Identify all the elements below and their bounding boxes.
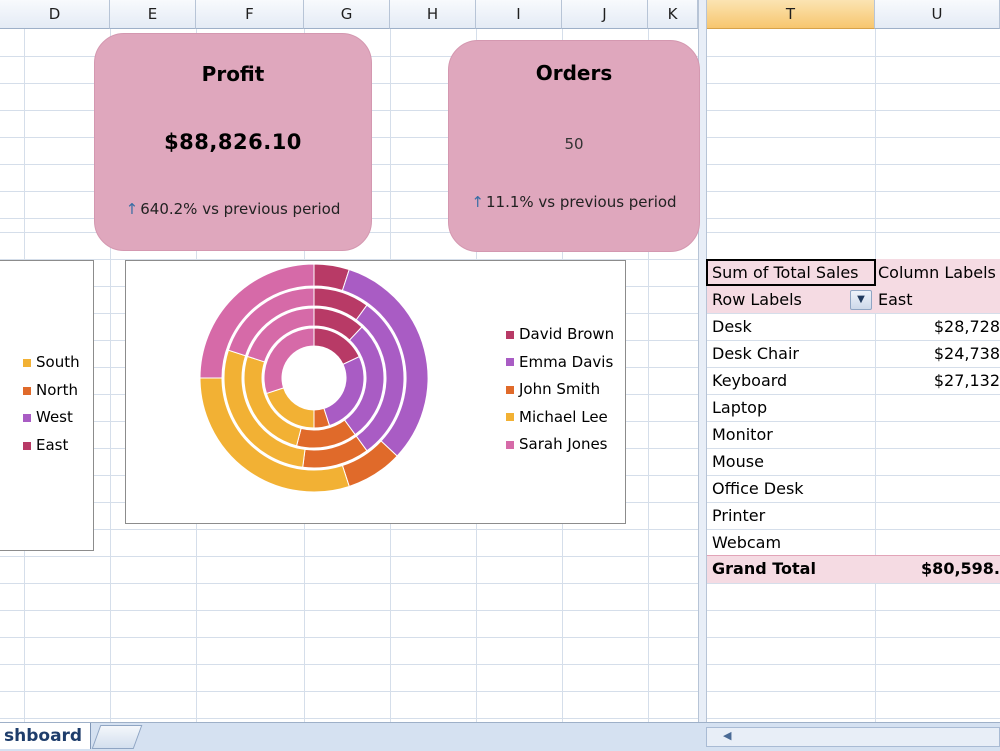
region-chart[interactable]: South North West East [0,260,94,551]
column-header-f[interactable]: F [196,0,304,29]
legend-label: East [36,436,69,454]
legend-label: Sarah Jones [519,435,608,453]
kpi-change-orders: ↑ 11.1% vs previous period [449,193,699,211]
kpi-change-text: 640.2% vs previous period [140,200,341,218]
legend-label: Michael Lee [519,407,608,426]
legend-item-emma-davis: Emma Davis [506,353,613,371]
pivot-row-label[interactable]: Webcam [712,529,862,556]
pivot-row-value[interactable]: $28,728 [878,313,1000,340]
legend-item-north: North [23,381,78,399]
arrow-up-icon: ↑ [125,200,139,218]
pivot-grand-total-value[interactable]: $80,598. [878,555,1000,582]
legend-label: Emma Davis [519,352,614,371]
column-header-e[interactable]: E [110,0,196,29]
legend-swatch [23,358,31,367]
kpi-change-text: 11.1% vs previous period [486,193,677,211]
sheet-tab-bar: shboard ◀ [0,722,1000,751]
legend-item-south: South [23,353,80,371]
pivot-row-label[interactable]: Office Desk [712,475,862,502]
legend-swatch [506,330,514,339]
legend-swatch [506,440,514,449]
sheet-tab-dashboard[interactable]: shboard [0,723,92,749]
row-labels-filter-dropdown[interactable]: ▼ [850,290,872,310]
column-header-h[interactable]: H [390,0,476,29]
legend-label: North [36,381,78,399]
kpi-title-profit: Profit [201,62,265,86]
column-header-k[interactable]: K [648,0,698,29]
column-header-i[interactable]: I [476,0,562,29]
kpi-value-profit: $88,826.10 [164,130,302,154]
arrow-up-icon: ↑ [471,193,484,211]
doughnut-chart[interactable]: David Brown Emma Davis John Smith Michael L… [125,260,626,524]
pivot-row-label[interactable]: Desk [712,313,862,340]
legend-swatch [506,385,514,394]
kpi-title-orders: Orders [535,61,613,85]
pivot-row-value[interactable]: $27,132 [878,367,1000,394]
legend-swatch [23,441,31,450]
scroll-left-icon[interactable]: ◀ [723,729,731,742]
legend-item-michael-lee: Michael Lee [506,408,608,426]
column-header-d[interactable]: D [0,0,110,29]
kpi-card-profit[interactable]: Profit $88,826.10 ↑ 640.2% vs previous pe… [94,33,372,251]
pivot-row-value[interactable]: $24,738 [878,340,1000,367]
pivot-grand-total-label[interactable]: Grand Total [712,555,862,582]
pivot-column-labels[interactable]: Column Labels [878,259,1000,286]
legend-swatch [506,358,514,366]
pivot-row-label[interactable]: Desk Chair [712,340,862,367]
insert-sheet-button[interactable] [91,725,143,749]
legend-swatch [506,413,514,421]
pivot-column-value[interactable]: East [878,286,1000,313]
pivot-value-field[interactable]: Sum of Total Sales [706,259,876,286]
pivot-row-label[interactable]: Laptop [712,394,862,421]
legend-item-east: East [23,436,68,454]
pivot-row-label[interactable]: Mouse [712,448,862,475]
legend-label: West [36,408,73,426]
pivot-row-label[interactable]: Monitor [712,421,862,448]
legend-label: John Smith [519,380,601,398]
column-header-j[interactable]: J [562,0,648,29]
legend-item-david-brown: David Brown [506,325,614,343]
pivot-row-value[interactable] [878,394,1000,421]
pivot-row-value[interactable] [878,448,1000,475]
legend-label: South [36,353,80,371]
pivot-row-value[interactable] [878,529,1000,556]
legend-swatch [23,413,31,422]
horizontal-scrollbar[interactable]: ◀ [706,727,1000,747]
column-header-u[interactable]: U [875,0,1000,29]
column-header-g[interactable]: G [304,0,390,29]
pivot-row-labels[interactable]: Row Labels [712,286,852,313]
legend-item-john-smith: John Smith [506,380,600,398]
column-header-t[interactable]: T [707,0,875,29]
pivot-row-value[interactable] [878,502,1000,529]
pivot-row-value[interactable] [878,421,1000,448]
kpi-card-orders[interactable]: Orders 50 ↑ 11.1% vs previous period [448,40,700,252]
kpi-value-orders: 50 [564,135,584,153]
pivot-row-label[interactable]: Keyboard [712,367,862,394]
legend-item-sarah-jones: Sarah Jones [506,435,608,453]
kpi-change-profit: ↑ 640.2% vs previous period [95,200,371,218]
legend-item-west: West [23,408,73,426]
legend-swatch [23,386,31,395]
legend-label: David Brown [519,325,615,343]
pivot-row-label[interactable]: Printer [712,502,862,529]
pivot-row-value[interactable] [878,475,1000,502]
